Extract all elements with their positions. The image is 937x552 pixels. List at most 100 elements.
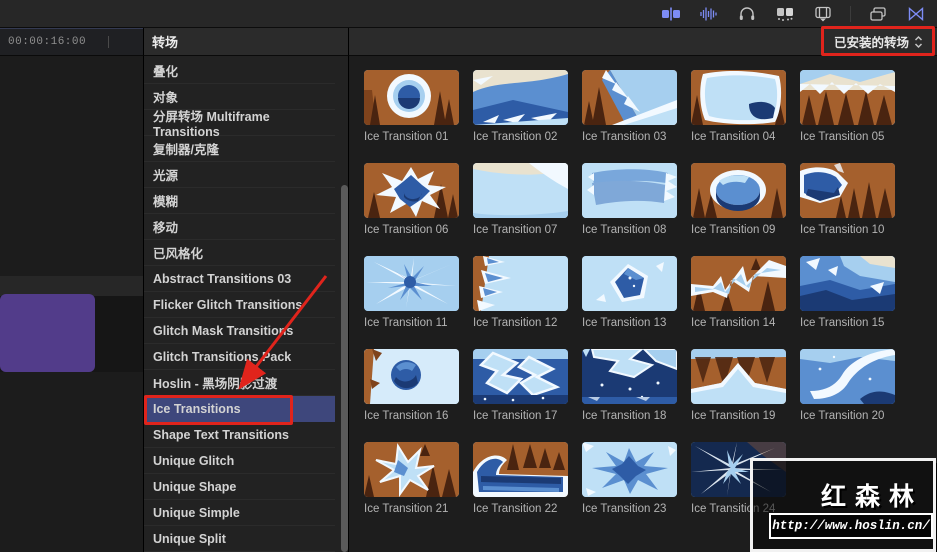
sidebar-item-已风格化[interactable]: 已风格化: [144, 240, 335, 266]
sidebar-item-unique-shape[interactable]: Unique Shape: [144, 474, 335, 500]
installed-transitions-dropdown[interactable]: 已安装的转场: [834, 32, 923, 51]
transition-label: Ice Transition 16: [364, 410, 459, 422]
timecode-display: 00:00:16:00: [0, 36, 86, 48]
sidebar-category-list: 叠化对象分屏转场 Multiframe Transitions复制器/克隆光源模…: [144, 58, 335, 552]
media-browser-icon[interactable]: [812, 5, 834, 23]
sidebar-item-ice-transitions[interactable]: Ice Transitions: [144, 396, 335, 422]
transition-thumbnail-9[interactable]: Ice Transition 09: [691, 163, 786, 236]
transition-preview-image[interactable]: [473, 442, 568, 497]
transition-label: Ice Transition 23: [582, 503, 677, 515]
sidebar-item-模糊[interactable]: 模糊: [144, 188, 335, 214]
sidebar-item-unique-split[interactable]: Unique Split: [144, 526, 335, 552]
sidebar-item-分屏转场-multiframe-transitions[interactable]: 分屏转场 Multiframe Transitions: [144, 110, 335, 136]
browser-header: 已安装的转场: [348, 28, 937, 56]
transition-preview-image[interactable]: [691, 349, 786, 404]
transition-preview-image[interactable]: [582, 349, 677, 404]
transition-label: Ice Transition 11: [364, 317, 459, 329]
headphones-icon[interactable]: [736, 5, 758, 23]
transition-thumbnail-17[interactable]: Ice Transition 17: [473, 349, 568, 422]
transition-thumbnail-20[interactable]: Ice Transition 20: [800, 349, 895, 422]
transition-thumbnail-18[interactable]: Ice Transition 18: [582, 349, 677, 422]
transition-preview-image[interactable]: [364, 163, 459, 218]
transition-thumbnail-21[interactable]: Ice Transition 21: [364, 442, 459, 515]
transition-thumbnail-23[interactable]: Ice Transition 23: [582, 442, 677, 515]
transition-label: Ice Transition 08: [582, 224, 677, 236]
transition-preview-image[interactable]: [800, 349, 895, 404]
audio-waveform-icon[interactable]: [698, 5, 720, 23]
sidebar-item-glitch-mask-transitions[interactable]: Glitch Mask Transitions: [144, 318, 335, 344]
sidebar-item-shape-text-transitions[interactable]: Shape Text Transitions: [144, 422, 335, 448]
watermark-title: 红森林: [821, 477, 923, 513]
transition-preview-image[interactable]: [582, 70, 677, 125]
sidebar-item-复制器-克隆[interactable]: 复制器/克隆: [144, 136, 335, 162]
transition-preview-image[interactable]: [582, 256, 677, 311]
transition-thumbnail-16[interactable]: Ice Transition 16: [364, 349, 459, 422]
workspace-icon[interactable]: [867, 5, 889, 23]
clip-skimmer-icon[interactable]: [660, 5, 682, 23]
transition-preview-image[interactable]: [582, 163, 677, 218]
transition-thumbnail-7[interactable]: Ice Transition 07: [473, 163, 568, 236]
effects-browser-icon[interactable]: [774, 5, 796, 23]
sidebar-item-flicker-glitch-transitions[interactable]: Flicker Glitch Transitions: [144, 292, 335, 318]
transition-preview-image[interactable]: [800, 163, 895, 218]
transition-label: Ice Transition 19: [691, 410, 786, 422]
transition-label: Ice Transition 20: [800, 410, 895, 422]
transition-preview-image[interactable]: [364, 70, 459, 125]
transition-thumbnail-1[interactable]: Ice Transition 01: [364, 70, 459, 143]
transition-preview-image[interactable]: [473, 70, 568, 125]
transition-thumbnail-4[interactable]: Ice Transition 04: [691, 70, 786, 143]
app-window: 00:00:16:00 转场 已安装的转场 叠化对象分屏转场 Multifram…: [0, 0, 937, 552]
transition-preview-image[interactable]: [800, 256, 895, 311]
sidebar-item-叠化[interactable]: 叠化: [144, 58, 335, 84]
transition-thumbnail-2[interactable]: Ice Transition 02: [473, 70, 568, 143]
sidebar-scrollbar[interactable]: [341, 185, 348, 552]
transition-thumbnail-22[interactable]: Ice Transition 22: [473, 442, 568, 515]
transitions-browser-icon[interactable]: [905, 5, 927, 23]
transition-preview-image[interactable]: [364, 256, 459, 311]
transition-preview-image[interactable]: [691, 256, 786, 311]
sidebar-item-unique-glitch[interactable]: Unique Glitch: [144, 448, 335, 474]
timeline-clip-purple[interactable]: [0, 294, 95, 372]
timecode-tick: [108, 36, 109, 48]
timeline-band: [0, 276, 143, 296]
sidebar-item-glitch-transitions-pack[interactable]: Glitch Transitions Pack: [144, 344, 335, 370]
transition-thumbnail-8[interactable]: Ice Transition 08: [582, 163, 677, 236]
transition-label: Ice Transition 18: [582, 410, 677, 422]
hoslin-watermark: 红森林 http://www.hoslin.cn/: [750, 458, 936, 552]
transition-preview-image[interactable]: [364, 349, 459, 404]
transition-preview-image[interactable]: [691, 70, 786, 125]
toolbar-separator: [850, 6, 851, 22]
transition-label: Ice Transition 05: [800, 131, 895, 143]
transition-thumbnail-11[interactable]: Ice Transition 11: [364, 256, 459, 329]
transition-thumbnail-3[interactable]: Ice Transition 03: [582, 70, 677, 143]
transition-preview-image[interactable]: [473, 349, 568, 404]
sidebar-item-移动[interactable]: 移动: [144, 214, 335, 240]
transition-thumbnail-15[interactable]: Ice Transition 15: [800, 256, 895, 329]
transition-preview-image[interactable]: [364, 442, 459, 497]
top-toolbar: [0, 0, 937, 28]
transition-preview-image[interactable]: [473, 256, 568, 311]
transition-preview-image[interactable]: [800, 70, 895, 125]
transition-preview-image[interactable]: [582, 442, 677, 497]
transitions-sidebar: 叠化对象分屏转场 Multiframe Transitions复制器/克隆光源模…: [143, 56, 348, 552]
transition-label: Ice Transition 04: [691, 131, 786, 143]
transition-thumbnail-13[interactable]: Ice Transition 13: [582, 256, 677, 329]
transition-label: Ice Transition 10: [800, 224, 895, 236]
transition-label: Ice Transition 03: [582, 131, 677, 143]
transition-label: Ice Transition 21: [364, 503, 459, 515]
transition-thumbnail-12[interactable]: Ice Transition 12: [473, 256, 568, 329]
transition-thumbnail-14[interactable]: Ice Transition 14: [691, 256, 786, 329]
transition-thumbnail-6[interactable]: Ice Transition 06: [364, 163, 459, 236]
transition-thumbnail-19[interactable]: Ice Transition 19: [691, 349, 786, 422]
watermark-url: http://www.hoslin.cn/: [772, 519, 930, 533]
transition-label: Ice Transition 07: [473, 224, 568, 236]
sidebar-item-abstract-transitions-03[interactable]: Abstract Transitions 03: [144, 266, 335, 292]
sidebar-item-光源[interactable]: 光源: [144, 162, 335, 188]
sidebar-item-hoslin-黑场阴影过渡[interactable]: Hoslin - 黑场阴影过渡: [144, 370, 335, 396]
transition-thumbnail-5[interactable]: Ice Transition 05: [800, 70, 895, 143]
sidebar-item-unique-simple[interactable]: Unique Simple: [144, 500, 335, 526]
transition-thumbnail-10[interactable]: Ice Transition 10: [800, 163, 895, 236]
transition-preview-image[interactable]: [691, 163, 786, 218]
transition-preview-image[interactable]: [473, 163, 568, 218]
transition-label: Ice Transition 14: [691, 317, 786, 329]
